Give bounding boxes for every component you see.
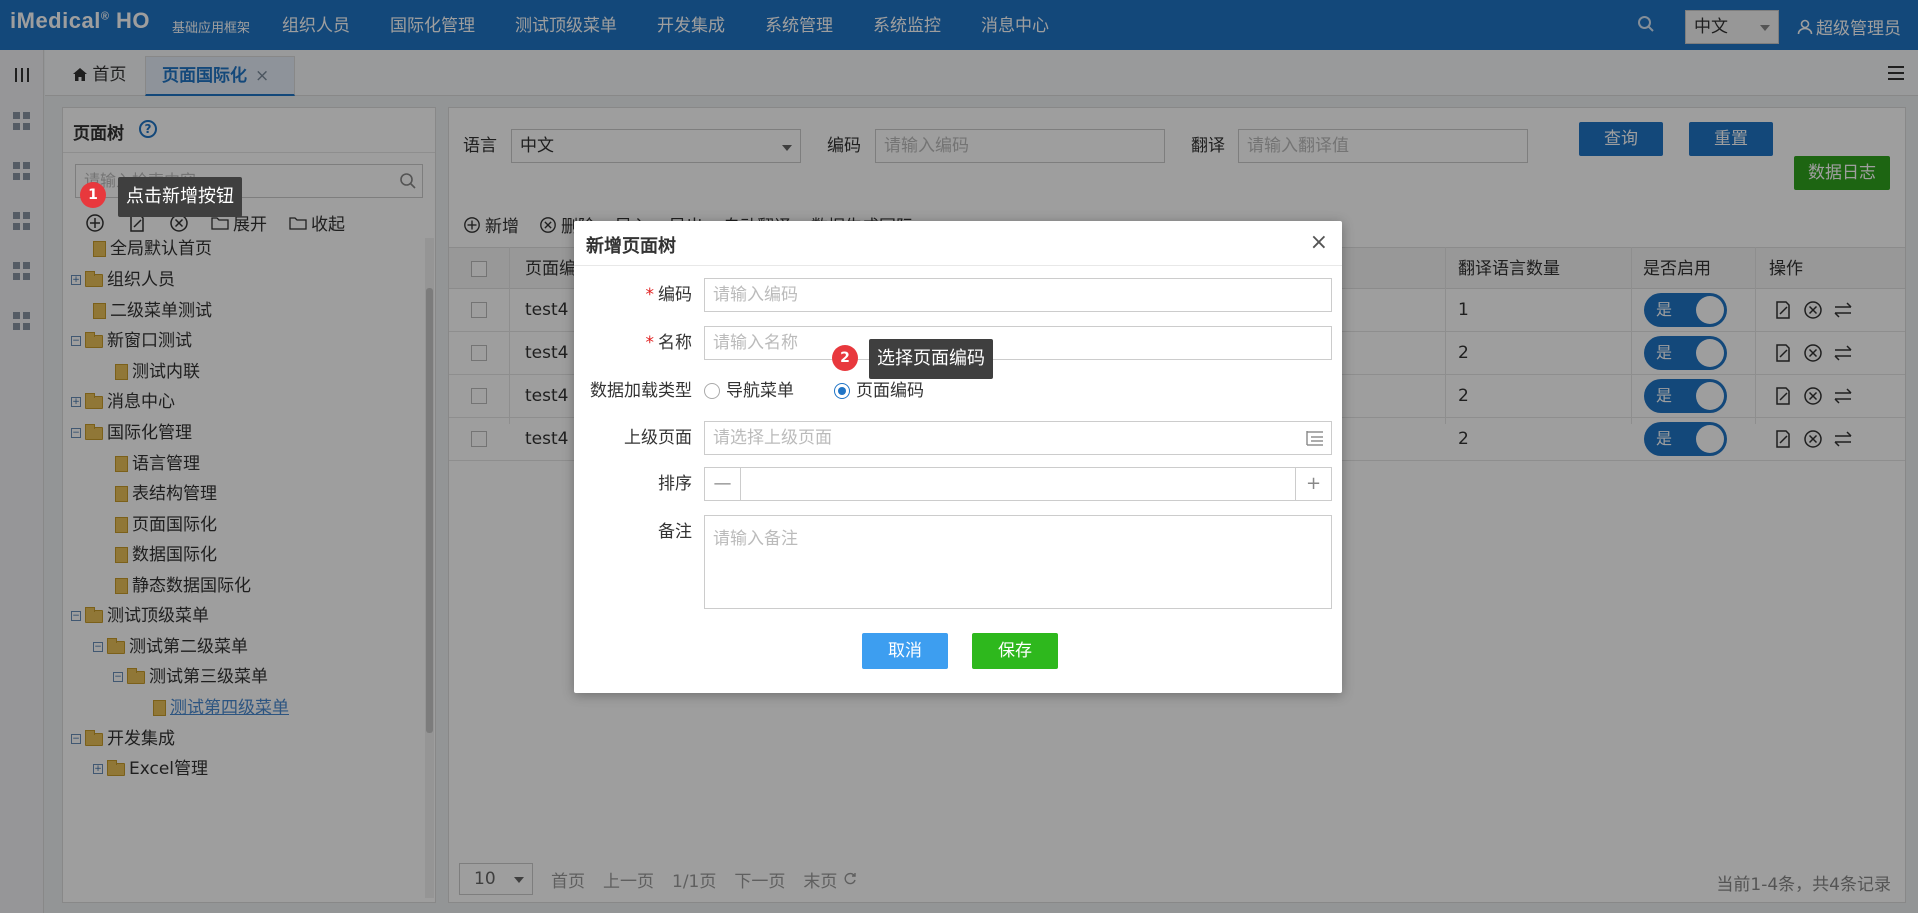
radio-circle-selected [834,383,850,399]
code-field-label: * 编码 [645,285,693,305]
dialog-title: 新增页面树 [586,236,676,257]
step-badge-2: 2 [832,345,858,371]
tutorial-callout-2: 选择页面编码 [869,339,993,379]
load-type-label: 数据加载类型 [590,381,692,401]
decrement-button[interactable]: — [705,468,741,500]
radio-circle [704,383,720,399]
cancel-button[interactable]: 取消 [862,633,948,669]
parent-page-label: 上级页面 [624,428,692,448]
add-page-tree-dialog: 新增页面树 × * 编码 请输入编码 * 名称 请输入名称 数据加载类型 导航菜单 … [574,221,1342,693]
radio-page-code[interactable]: 页面编码 [834,374,924,408]
divider [574,265,1342,266]
close-icon[interactable]: × [1310,232,1328,254]
name-field-label: * 名称 [645,333,693,353]
name-field[interactable]: 请输入名称 [704,326,1332,360]
step-badge-1: 1 [80,182,106,208]
parent-page-select[interactable]: 请选择上级页面 [704,421,1332,455]
radio-nav-menu[interactable]: 导航菜单 [704,374,794,408]
remark-textarea[interactable]: 请输入备注 [704,515,1332,609]
tree-select-icon[interactable] [1305,429,1325,447]
tutorial-callout-1: 点击新增按钮 [118,177,242,217]
sort-label: 排序 [658,474,692,494]
sort-stepper[interactable]: — + [704,467,1332,501]
code-field[interactable]: 请输入编码 [704,278,1332,312]
remark-label: 备注 [658,522,692,542]
save-button[interactable]: 保存 [972,633,1058,669]
increment-button[interactable]: + [1295,468,1331,500]
